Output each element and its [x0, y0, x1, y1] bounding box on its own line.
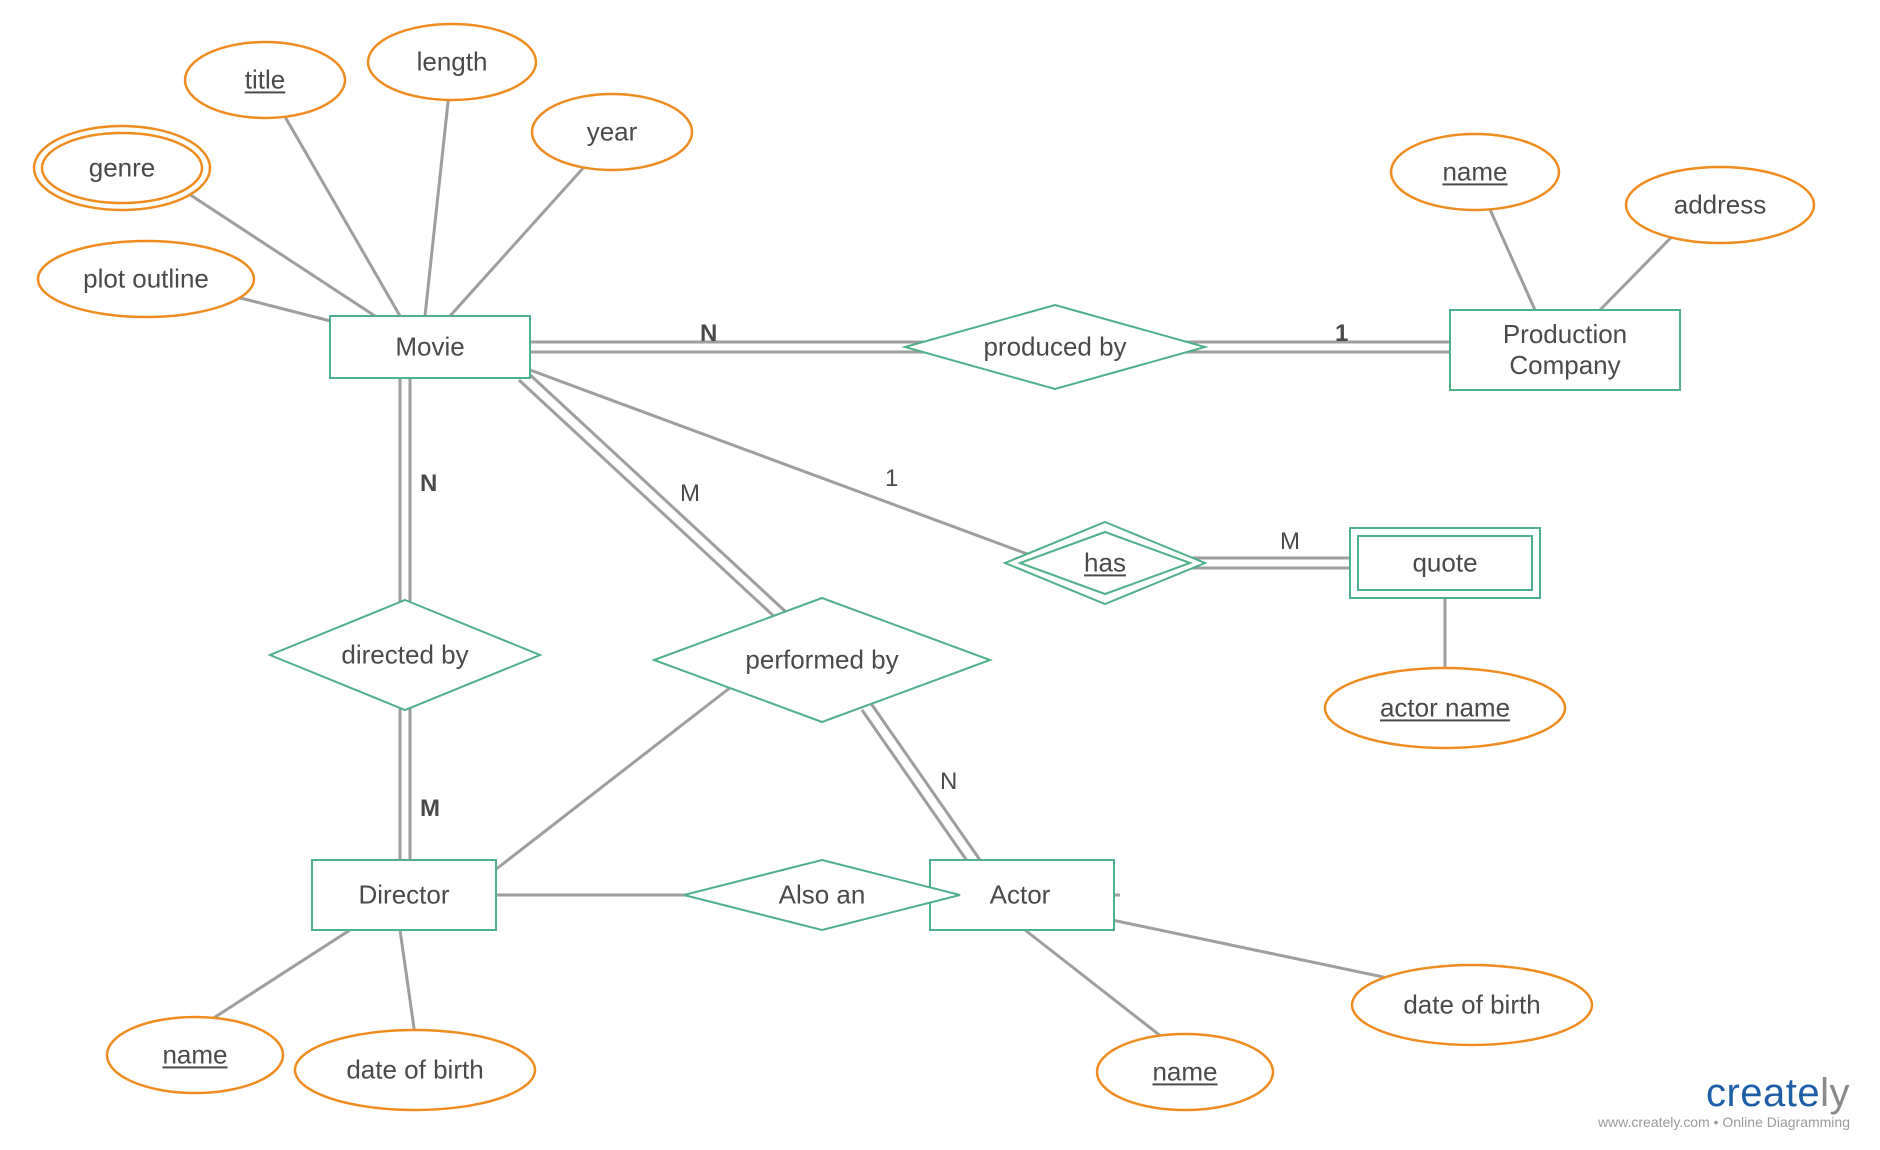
- label-title: title: [245, 64, 285, 95]
- label-genre: genre: [89, 152, 156, 183]
- label-director-name: name: [162, 1039, 227, 1070]
- watermark-brand-part1: create: [1706, 1071, 1820, 1115]
- watermark-subtitle: www.creately.com • Online Diagramming: [1598, 1114, 1850, 1130]
- label-movie: Movie: [395, 331, 464, 362]
- card-movie-directed: N: [420, 470, 437, 498]
- card-movie-performed: M: [680, 480, 700, 508]
- label-performed-by: performed by: [745, 644, 898, 675]
- card-movie-produced: N: [700, 320, 717, 348]
- label-year: year: [587, 116, 638, 147]
- label-quote: quote: [1412, 547, 1477, 578]
- label-also-an: Also an: [779, 879, 866, 910]
- label-plot-outline: plot outline: [83, 263, 209, 294]
- label-actor-dob: date of birth: [1403, 989, 1540, 1020]
- label-director-dob: date of birth: [346, 1054, 483, 1085]
- watermark: creately www.creately.com • Online Diagr…: [1598, 1071, 1850, 1130]
- label-director: Director: [358, 879, 449, 910]
- label-has: has: [1084, 547, 1126, 578]
- label-production-company: Production Company: [1465, 319, 1665, 381]
- card-movie-has: 1: [885, 465, 898, 493]
- card-performed-actor: N: [940, 768, 957, 796]
- label-directed-by: directed by: [341, 639, 468, 670]
- label-pc-name: name: [1442, 156, 1507, 187]
- label-pc-address: address: [1674, 189, 1767, 220]
- label-actor-name-attr: actor name: [1380, 692, 1510, 723]
- label-actor: Actor: [990, 879, 1051, 910]
- label-actor-name: name: [1152, 1056, 1217, 1087]
- card-directed-director: M: [420, 795, 440, 823]
- card-produced-company: 1: [1335, 320, 1348, 348]
- watermark-brand-part2: ly: [1820, 1071, 1850, 1115]
- label-produced-by: produced by: [983, 331, 1126, 362]
- watermark-brand: creately: [1598, 1071, 1850, 1116]
- label-length: length: [417, 46, 488, 77]
- card-has-quote: M: [1280, 528, 1300, 556]
- er-diagram-canvas: [0, 0, 1880, 1150]
